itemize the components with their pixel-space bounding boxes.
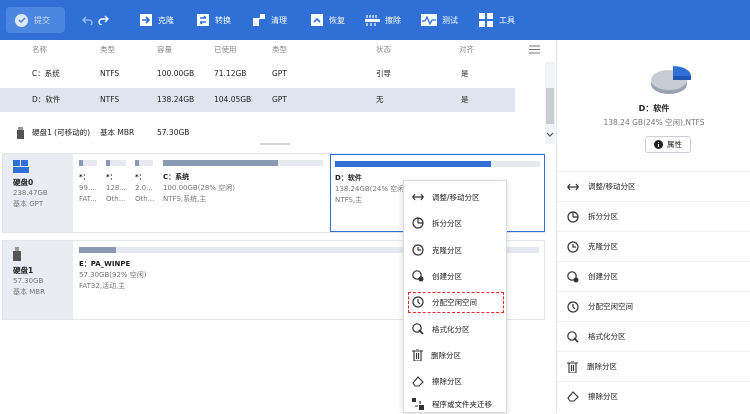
tools-icon xyxy=(479,13,493,27)
menu-item-resize[interactable]: 调整/移动分区 xyxy=(404,184,508,210)
properties-button[interactable]: 属性 xyxy=(645,136,691,153)
partition-block[interactable]: *： 99.... FAT... xyxy=(75,154,101,232)
action-clone[interactable]: 克隆分区 xyxy=(557,231,750,261)
erase-icon xyxy=(412,375,424,387)
info-icon xyxy=(654,140,663,149)
recover-icon xyxy=(311,14,323,26)
create-partition-icon xyxy=(567,270,579,282)
clone-partition-icon xyxy=(567,240,579,253)
toolbar-test[interactable]: 测试 xyxy=(421,0,458,40)
toolbar-clone[interactable]: 克隆 xyxy=(139,0,174,40)
col-fs[interactable]: 类型 xyxy=(100,40,115,60)
cleanup-icon xyxy=(253,14,265,26)
usage-fill xyxy=(106,160,110,166)
action-erase[interactable]: 擦除分区 xyxy=(557,381,750,411)
sidebar-partition-name: D：软件 xyxy=(638,104,670,113)
split-icon xyxy=(412,217,424,229)
commit-button[interactable]: 提交 xyxy=(6,7,65,33)
delete-icon xyxy=(412,349,423,361)
action-allocate[interactable]: 分配空闲空间 xyxy=(557,291,750,321)
resize-icon xyxy=(567,183,579,190)
convert-icon xyxy=(197,14,209,26)
toolbar-tools[interactable]: 工具 xyxy=(479,0,515,40)
usb-drive-icon xyxy=(13,247,21,261)
clone-partition-icon xyxy=(412,244,424,256)
col-align[interactable]: 对齐 xyxy=(459,40,474,60)
erase-icon xyxy=(567,391,579,402)
scroll-down-icon[interactable] xyxy=(546,131,554,140)
action-format[interactable]: 格式化分区 xyxy=(557,321,750,351)
usage-fill xyxy=(135,160,139,166)
partition-pie-icon xyxy=(651,66,691,94)
undo-icon[interactable] xyxy=(82,0,93,40)
disk-info[interactable]: 硬盘1 57.30GB 基本 MBR xyxy=(3,241,73,319)
splitter-handle[interactable] xyxy=(260,143,290,145)
hdd-icon xyxy=(13,160,29,173)
toolbar-convert[interactable]: 转换 xyxy=(196,0,231,40)
col-status[interactable]: 状态 xyxy=(376,40,391,60)
menu-item-delete[interactable]: 删除分区 xyxy=(404,342,508,368)
menu-item-format[interactable]: 格式化分区 xyxy=(404,316,508,342)
usb-drive-icon xyxy=(17,127,24,141)
allocate-space-icon xyxy=(567,300,579,313)
toolbar-wipe[interactable]: 擦除 xyxy=(365,0,401,40)
table-row[interactable]: C：系统 NTFS 100.00GB 71.12GB GPT 引导 是 xyxy=(0,62,545,86)
usage-fill xyxy=(79,247,116,253)
delete-icon xyxy=(567,360,578,373)
menu-item-migrate[interactable]: 程序或文件夹迁移 xyxy=(404,394,508,414)
col-capacity[interactable]: 容量 xyxy=(157,40,172,60)
split-icon xyxy=(567,210,579,223)
table-row-selected[interactable]: D：软件 NTFS 138.24GB 104.05GB GPT 无 是 xyxy=(0,88,515,112)
disk-row[interactable]: 硬盘1 (可移动的) 基本 MBR 57.30GB xyxy=(0,122,545,144)
redo-icon[interactable] xyxy=(97,0,109,40)
sidebar-partition-detail: 138.24 GB(24% 空闲),NTFS xyxy=(603,118,705,127)
action-delete[interactable]: 删除分区 xyxy=(557,351,750,381)
migrate-icon xyxy=(412,398,424,410)
col-type[interactable]: 类型 xyxy=(272,40,287,60)
menu-item-clone[interactable]: 克隆分区 xyxy=(404,237,508,263)
context-menu: 调整/移动分区 拆分分区 克隆分区 创建分区 分配空闲空间 格式化分区 删除分区… xyxy=(403,180,507,413)
menu-item-split[interactable]: 拆分分区 xyxy=(404,210,508,236)
toolbar: 提交 克隆 转换 清理 恢复 擦除 测试 工具 xyxy=(0,0,750,40)
column-menu-icon[interactable] xyxy=(529,45,540,56)
partition-block[interactable]: C：系统 100.00GB(28% 空闲) NTFS,系统,主 xyxy=(159,154,327,232)
col-used[interactable]: 已使用 xyxy=(214,40,237,60)
properties-sidebar: D：软件 138.24 GB(24% 空闲),NTFS 属性 调整/移动分区 拆… xyxy=(556,40,750,413)
format-icon xyxy=(567,330,579,343)
create-partition-icon xyxy=(412,270,424,282)
action-create[interactable]: 创建分区 xyxy=(557,261,750,291)
toolbar-cleanup[interactable]: 清理 xyxy=(252,0,287,40)
clone-icon xyxy=(140,14,152,26)
test-icon xyxy=(421,14,437,26)
action-resize[interactable]: 调整/移动分区 xyxy=(557,171,750,201)
toolbar-recover[interactable]: 恢复 xyxy=(310,0,345,40)
partition-block[interactable]: *： 128... Oth... xyxy=(102,154,130,232)
partition-block[interactable]: *： 2.0... Oth... xyxy=(131,154,157,232)
menu-item-create[interactable]: 创建分区 xyxy=(404,263,508,289)
check-icon xyxy=(15,13,28,27)
usage-fill xyxy=(335,161,491,167)
wipe-icon xyxy=(365,15,380,26)
action-split[interactable]: 拆分分区 xyxy=(557,201,750,231)
format-icon xyxy=(412,323,424,335)
highlight-box xyxy=(408,292,504,313)
usage-fill xyxy=(163,160,279,166)
disk-info[interactable]: 硬盘0 238.47GB 基本 GPT xyxy=(3,154,73,232)
resize-icon xyxy=(412,193,424,201)
usage-fill xyxy=(79,160,83,166)
menu-item-erase[interactable]: 擦除分区 xyxy=(404,368,508,394)
col-name[interactable]: 名称 xyxy=(32,40,47,60)
